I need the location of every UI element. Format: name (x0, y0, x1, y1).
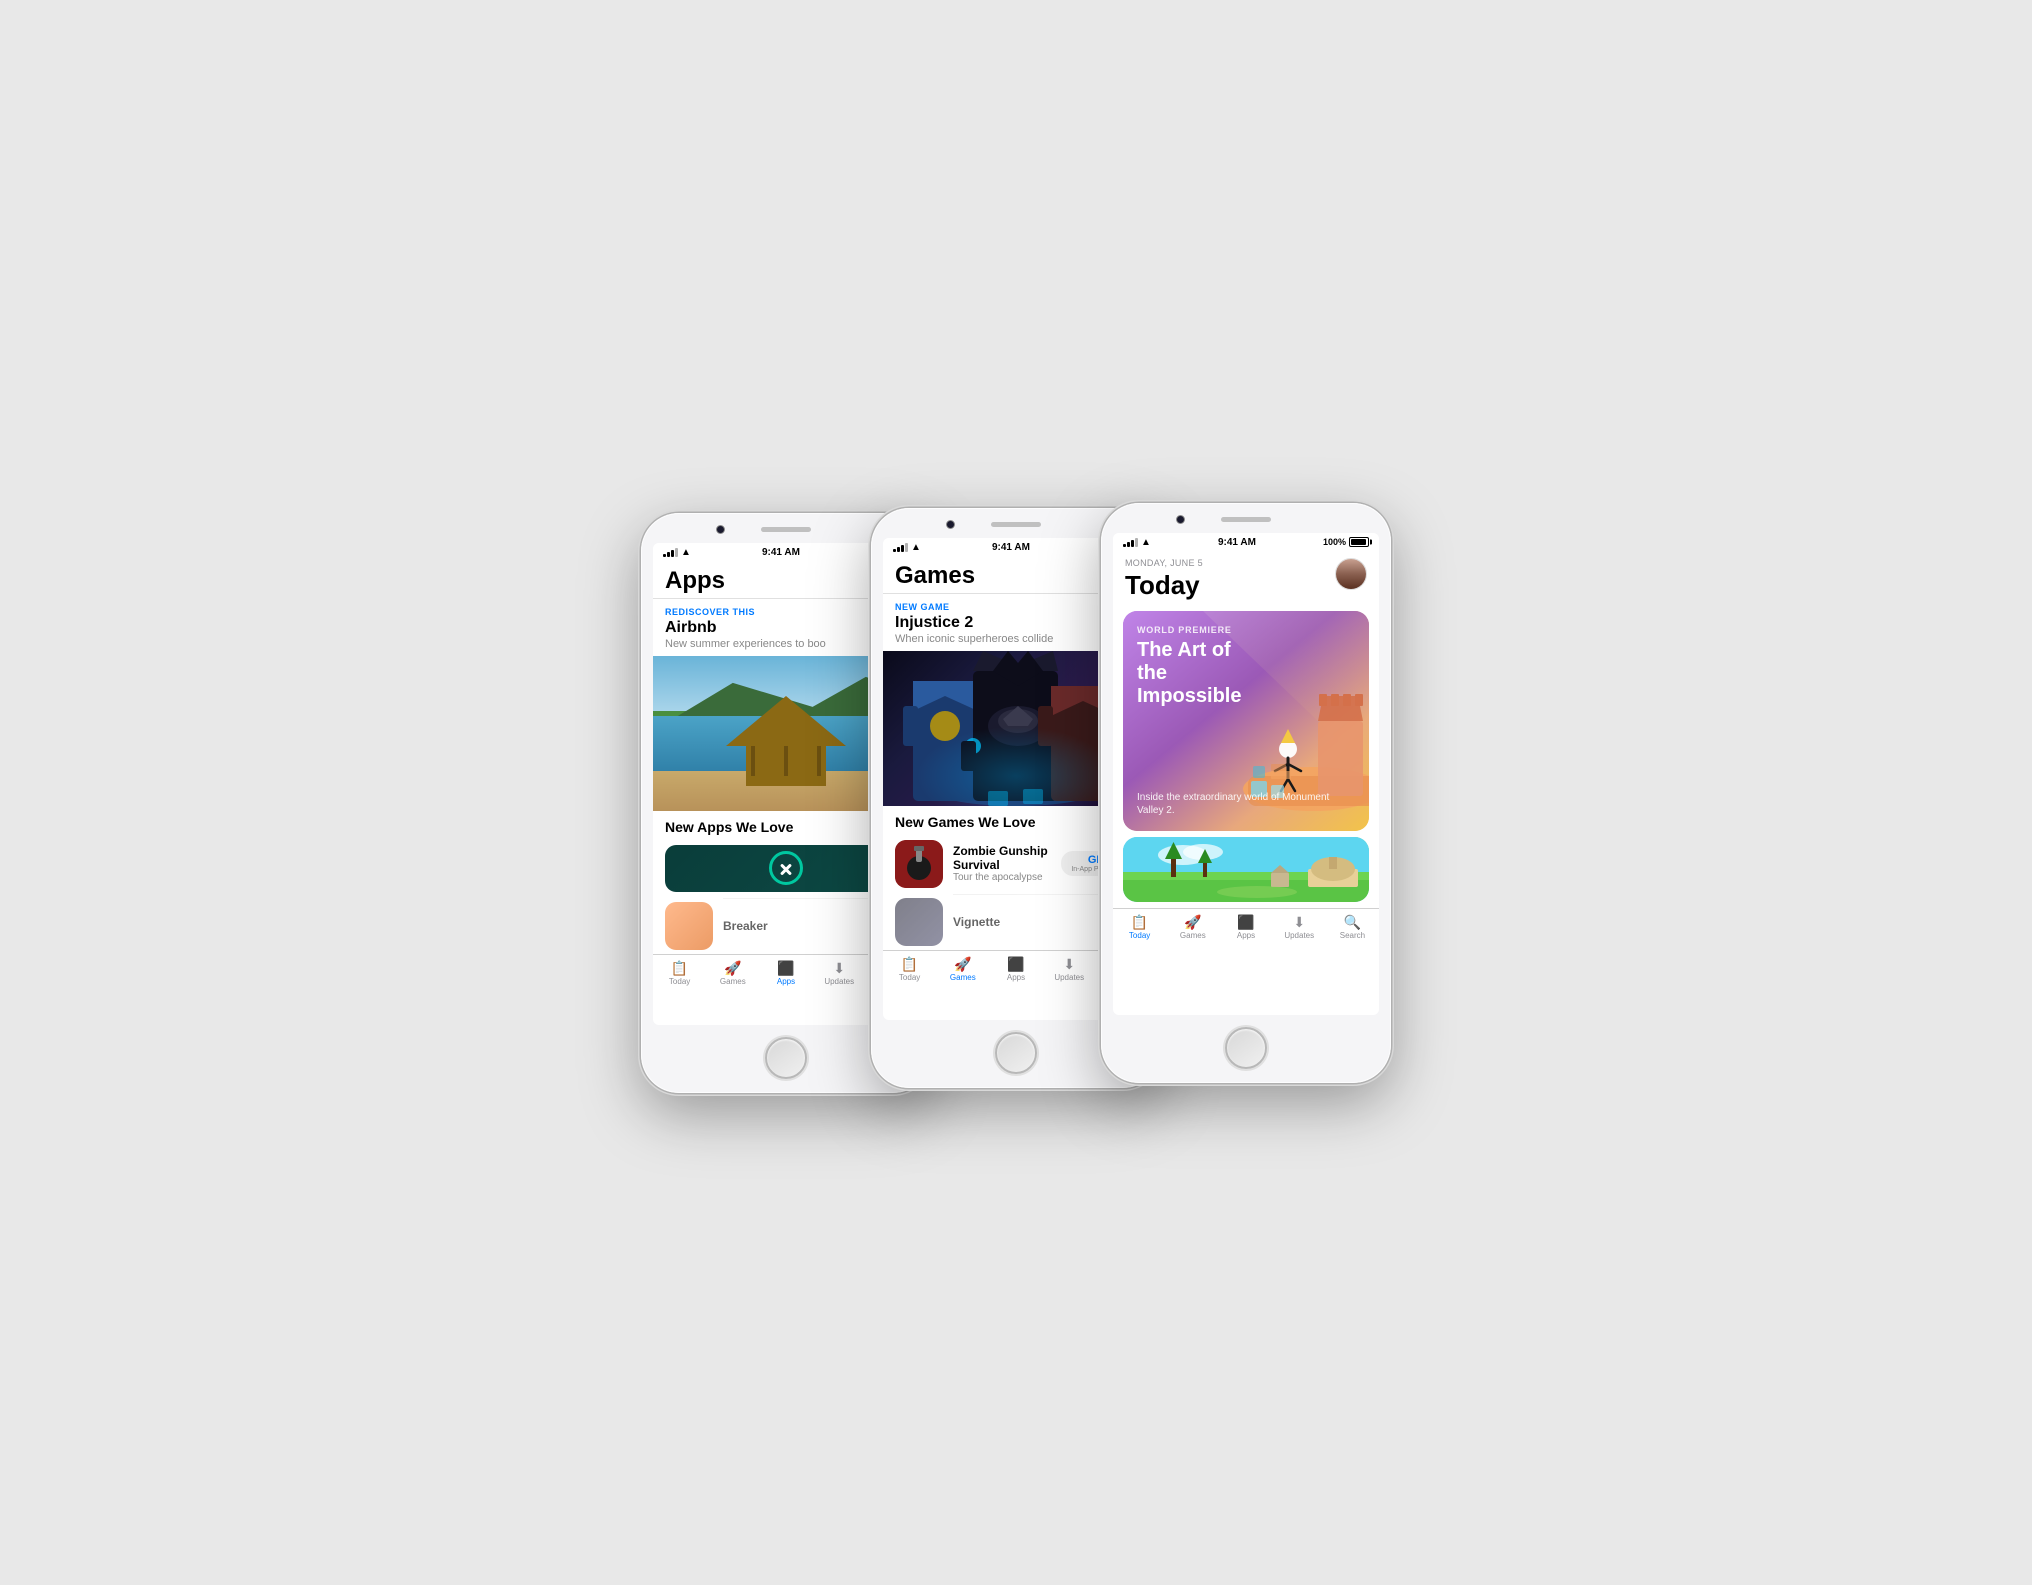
status-bar: ▲ 9:41 AM 100% (1113, 533, 1379, 550)
updates-tab-icon: ⬇ (1063, 957, 1075, 971)
camera-lens (1176, 515, 1185, 524)
breaker-icon (665, 902, 713, 950)
today-screen: ▲ 9:41 AM 100% MONDAY, JUNE 5 Today (1113, 533, 1379, 1015)
apps-tab-icon: ⬛ (777, 961, 794, 975)
tab-games[interactable]: 🚀 Games (1166, 915, 1219, 940)
tab-today[interactable]: 📋 Today (653, 961, 706, 986)
today-tab-icon: 📋 (1131, 915, 1148, 929)
home-button[interactable] (995, 1032, 1037, 1074)
signal-icon (893, 543, 908, 552)
camera-lens (946, 520, 955, 529)
tab-updates[interactable]: ⬇ Updates (1043, 957, 1096, 982)
status-left: ▲ (1123, 537, 1151, 548)
tab-apps-active[interactable]: ⬛ Apps (759, 961, 812, 986)
hut-roof (726, 696, 846, 746)
status-time: 9:41 AM (762, 547, 800, 558)
signal-icon (1123, 538, 1138, 547)
today-date: MONDAY, JUNE 5 (1125, 558, 1203, 568)
status-time: 9:41 AM (1218, 537, 1256, 548)
apps-tab-label: Apps (777, 977, 795, 986)
games-tab-label: Games (1180, 931, 1206, 940)
tab-today-active[interactable]: 📋 Today (1113, 915, 1166, 940)
zombie-gunship-info: Zombie Gunship Survival Tour the apocaly… (953, 844, 1051, 883)
today-card-description: Inside the extraordinary world of Monume… (1137, 791, 1355, 817)
wifi-icon: ▲ (911, 542, 921, 553)
tab-updates[interactable]: ⬇ Updates (1273, 915, 1326, 940)
today-tab-label: Today (899, 973, 920, 982)
battery-icon (1349, 537, 1369, 547)
today-tab-bar: 📋 Today 🚀 Games ⬛ Apps ⬇ Updates 🔍 (1113, 908, 1379, 944)
today-tab-icon: 📋 (671, 961, 688, 975)
updates-tab-label: Updates (1284, 931, 1314, 940)
today-tab-label: Today (1129, 931, 1150, 940)
today-page-header: MONDAY, JUNE 5 Today (1113, 550, 1379, 605)
tab-apps[interactable]: ⬛ Apps (1219, 915, 1272, 940)
zombie-gunship-icon (895, 840, 943, 888)
status-time: 9:41 AM (992, 542, 1030, 553)
updates-tab-label: Updates (1054, 973, 1084, 982)
today-card-title: The Art of the Impossible (1137, 639, 1257, 708)
battery-percent: 100% (1323, 537, 1346, 547)
avatar-image (1336, 559, 1366, 589)
today-page-title: Today (1125, 570, 1203, 601)
apps-tab-label: Apps (1007, 973, 1025, 982)
today-header-left: MONDAY, JUNE 5 Today (1125, 558, 1203, 601)
search-tab-label: Search (1340, 931, 1365, 940)
status-right: 100% (1323, 537, 1369, 547)
apps-section-title: New Apps We Love (665, 819, 793, 835)
games-section-title: New Games We Love (895, 814, 1036, 830)
tab-search[interactable]: 🔍 Search (1326, 915, 1379, 940)
camera-lens (716, 525, 725, 534)
apps-tab-label: Apps (1237, 931, 1255, 940)
zombie-gunship-desc: Tour the apocalypse (953, 872, 1051, 883)
speaker-grille (991, 522, 1041, 527)
today-phone: ▲ 9:41 AM 100% MONDAY, JUNE 5 Today (1101, 503, 1391, 1083)
tab-updates[interactable]: ⬇ Updates (813, 961, 866, 986)
tab-apps[interactable]: ⬛ Apps (989, 957, 1042, 982)
bottom-card-scene (1123, 837, 1369, 902)
wifi-icon: ▲ (1141, 537, 1151, 548)
tab-games-active[interactable]: 🚀 Games (936, 957, 989, 982)
games-tab-icon: 🚀 (954, 957, 971, 971)
updates-tab-label: Updates (824, 977, 854, 986)
tab-today[interactable]: 📋 Today (883, 957, 936, 982)
games-tab-label: Games (720, 977, 746, 986)
updates-tab-icon: ⬇ (1293, 915, 1305, 929)
apps-tab-icon: ⬛ (1007, 957, 1024, 971)
zombie-gunship-name: Zombie Gunship Survival (953, 844, 1051, 872)
tr-x-icon (779, 861, 793, 875)
user-avatar[interactable] (1335, 558, 1367, 590)
today-tab-label: Today (669, 977, 690, 986)
home-button[interactable] (1225, 1027, 1267, 1069)
today-card-content: WORLD PREMIERE The Art of the Impossible… (1123, 611, 1369, 831)
wifi-icon: ▲ (681, 547, 691, 558)
today-featured-card[interactable]: WORLD PREMIERE The Art of the Impossible… (1123, 611, 1369, 831)
speaker-grille (1221, 517, 1271, 522)
games-tab-icon: 🚀 (724, 961, 741, 975)
beach-hut (726, 696, 846, 776)
apps-tab-icon: ⬛ (1237, 915, 1254, 929)
updates-tab-icon: ⬇ (833, 961, 845, 975)
energy-glow (916, 726, 1116, 806)
speaker-grille (761, 527, 811, 532)
games-tab-icon: 🚀 (1184, 915, 1201, 929)
today-tab-icon: 📋 (901, 957, 918, 971)
vignette-icon (895, 898, 943, 946)
games-tab-label: Games (950, 973, 976, 982)
bottom-card-partial[interactable] (1123, 837, 1369, 902)
today-card-badge: WORLD PREMIERE (1137, 625, 1355, 635)
tab-games[interactable]: 🚀 Games (706, 961, 759, 986)
signal-icon (663, 548, 678, 557)
status-left: ▲ (663, 547, 691, 558)
bottom-card-svg (1123, 837, 1369, 902)
search-tab-icon: 🔍 (1344, 915, 1361, 929)
home-button[interactable] (765, 1037, 807, 1079)
app-store-showcase: ▲ 9:41 AM 100 Apps REDISCOVER THIS Airbn… (621, 463, 1411, 1123)
status-left: ▲ (893, 542, 921, 553)
tr-circle (769, 851, 803, 885)
